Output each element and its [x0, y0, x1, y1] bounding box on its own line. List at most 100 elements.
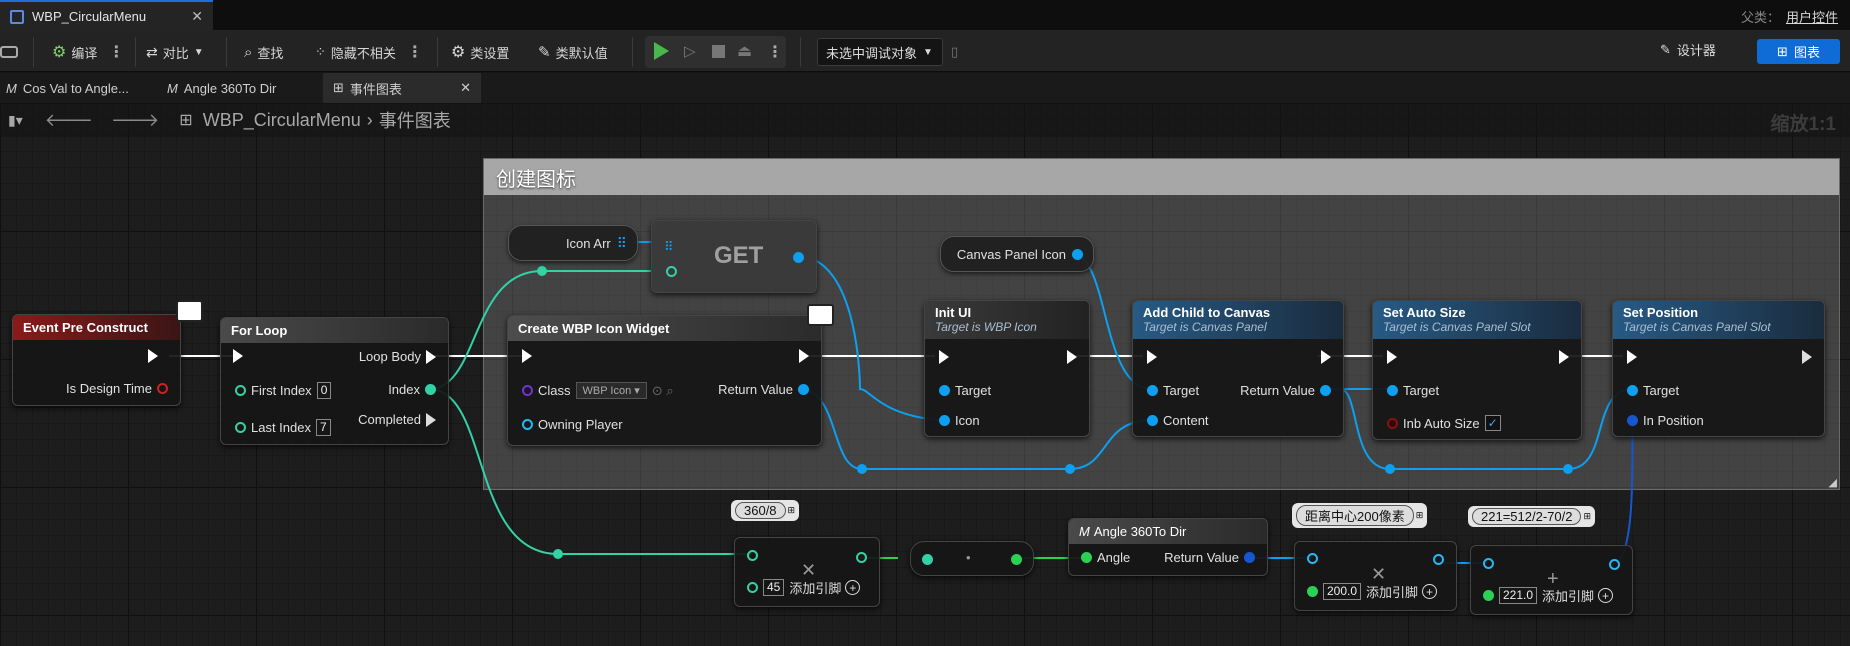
exec-out-pin[interactable]: [799, 349, 809, 363]
input-a-pin[interactable]: [1307, 553, 1318, 564]
completed-pin[interactable]: Completed: [358, 412, 436, 427]
more-icon[interactable]: ⋮: [407, 42, 423, 62]
index-in-pin[interactable]: [666, 266, 677, 277]
output-pin[interactable]: [793, 252, 804, 263]
document-tab[interactable]: WBP_CircularMenu ✕: [0, 0, 213, 31]
return-value-pin[interactable]: Return Value: [718, 382, 809, 397]
icon-pin[interactable]: Icon: [939, 413, 980, 428]
last-index-pin[interactable]: Last Index 7: [235, 419, 331, 436]
diff-button[interactable]: ⇄ 对比 ▼: [146, 39, 204, 65]
create-widget-node[interactable]: Create WBP Icon Widget Class WBP Icon ▾ …: [507, 315, 822, 446]
first-index-field[interactable]: 0: [316, 382, 332, 399]
browse-icon[interactable]: ⊙ ⌕: [652, 383, 674, 399]
target-pin[interactable]: Target: [1147, 383, 1199, 398]
output-pin[interactable]: [1011, 554, 1022, 565]
icon-arr-variable[interactable]: Icon Arr ⠿: [508, 225, 638, 261]
more-icon[interactable]: ⋮: [108, 42, 124, 62]
set-position-node[interactable]: Set Position Target is Canvas Panel Slot…: [1612, 300, 1825, 437]
more-icon[interactable]: ⋮: [767, 42, 783, 62]
comment-bubble[interactable]: 221=512/2-70/2 ⊞: [1468, 506, 1595, 527]
multiply-node-1[interactable]: ✕ 45 添加引脚 +: [734, 537, 880, 607]
input-b-pin[interactable]: 200.0 添加引脚 +: [1307, 582, 1438, 601]
angle-360-to-dir-node[interactable]: M Angle 360To Dir Angle Return Value: [1068, 518, 1268, 576]
target-pin[interactable]: Target: [1387, 383, 1439, 398]
class-dropdown[interactable]: WBP Icon ▾: [575, 382, 647, 399]
exec-out-pin[interactable]: [148, 349, 158, 363]
output-pin[interactable]: [1072, 248, 1083, 260]
loop-body-pin[interactable]: Loop Body: [359, 349, 436, 364]
angle-pin[interactable]: Angle: [1081, 550, 1130, 565]
is-design-time-pin[interactable]: Is Design Time: [66, 381, 168, 396]
set-auto-size-node[interactable]: Set Auto Size Target is Canvas Panel Slo…: [1372, 300, 1582, 440]
output-pin[interactable]: [856, 552, 867, 563]
input-b-pin[interactable]: 45 添加引脚 +: [747, 578, 861, 597]
play-icon[interactable]: [654, 42, 669, 60]
return-value-pin[interactable]: Return Value: [1164, 550, 1255, 565]
hide-unrelated-button[interactable]: ⁘ 隐藏不相关 ⋮: [315, 39, 423, 65]
index-pin[interactable]: Index: [388, 382, 436, 397]
return-value-pin[interactable]: Return Value: [1240, 383, 1331, 398]
bookmark-icon[interactable]: ▮▾: [8, 112, 23, 129]
in-position-pin[interactable]: In Position: [1627, 413, 1704, 428]
class-defaults-button[interactable]: ✎ 类默认值: [538, 39, 608, 65]
find-button[interactable]: ⌕ 查找: [244, 39, 283, 65]
value-field[interactable]: 200.0: [1323, 583, 1362, 600]
target-pin[interactable]: Target: [939, 383, 991, 398]
last-index-field[interactable]: 7: [316, 419, 331, 436]
multiply-node-2[interactable]: ✕ 200.0 添加引脚 +: [1294, 541, 1457, 611]
debug-object-select[interactable]: 未选中调试对象 ▼: [817, 38, 943, 66]
close-icon[interactable]: ✕: [460, 80, 471, 96]
add-child-to-canvas-node[interactable]: Add Child to Canvas Target is Canvas Pan…: [1132, 300, 1344, 437]
target-pin[interactable]: Target: [1627, 383, 1679, 398]
exec-in-pin[interactable]: [233, 349, 243, 363]
tab-event-graph[interactable]: ⊞ 事件图表 ✕: [323, 73, 481, 103]
designer-button[interactable]: ✎ 设计器: [1660, 40, 1716, 59]
stop-icon[interactable]: [712, 45, 725, 58]
value-field[interactable]: 45: [763, 579, 785, 596]
compile-button[interactable]: ⚙ 编译 ⋮: [52, 39, 124, 65]
exec-out-pin[interactable]: [1067, 350, 1077, 364]
eject-icon[interactable]: ⏏: [737, 41, 752, 61]
exec-in-pin[interactable]: [522, 349, 532, 363]
step-icon[interactable]: ▷: [684, 42, 696, 60]
tab-angle-360-to-dir[interactable]: M Angle 360To Dir: [167, 73, 276, 103]
close-icon[interactable]: ✕: [191, 8, 203, 25]
input-a-pin[interactable]: [747, 550, 758, 561]
exec-out-pin[interactable]: [1559, 350, 1569, 364]
class-pin[interactable]: Class WBP Icon ▾ ⊙ ⌕: [522, 382, 674, 399]
input-pin[interactable]: [922, 554, 933, 565]
first-index-pin[interactable]: First Index 0: [235, 382, 332, 399]
array-in-pin[interactable]: ⠿: [664, 239, 674, 255]
forward-icon[interactable]: 🡒: [111, 110, 159, 131]
content-pin[interactable]: Content: [1147, 413, 1209, 428]
add-pin-button[interactable]: 添加引脚 +: [1366, 582, 1438, 601]
add-node[interactable]: + 221.0 添加引脚 +: [1470, 545, 1633, 615]
settings-icon[interactable]: [0, 39, 18, 65]
add-pin-button[interactable]: 添加引脚 +: [1542, 586, 1614, 605]
inb-auto-size-pin[interactable]: Inb Auto Size ✓: [1387, 415, 1501, 431]
tab-cos-val-to-angle[interactable]: M Cos Val to Angle...: [6, 73, 129, 103]
output-pin[interactable]: [1433, 554, 1444, 565]
event-pre-construct-node[interactable]: Event Pre Construct Is Design Time: [12, 314, 181, 406]
input-a-pin[interactable]: [1483, 558, 1494, 569]
exec-out-pin[interactable]: [1802, 350, 1812, 364]
parent-class-link[interactable]: 用户控件: [1786, 10, 1838, 25]
conversion-node[interactable]: •: [910, 541, 1034, 576]
exec-in-pin[interactable]: [939, 350, 949, 364]
debug-filter-icon[interactable]: ▯: [951, 39, 958, 65]
comment-title[interactable]: 创建图标: [484, 159, 1839, 195]
init-ui-node[interactable]: Init UI Target is WBP Icon Target Icon: [924, 300, 1090, 437]
graph-button[interactable]: ⊞ 图表: [1757, 39, 1840, 64]
value-field[interactable]: 221.0: [1499, 587, 1538, 604]
output-pin[interactable]: [1609, 559, 1620, 570]
exec-in-pin[interactable]: [1627, 350, 1637, 364]
input-b-pin[interactable]: 221.0 添加引脚 +: [1483, 586, 1614, 605]
for-loop-node[interactable]: For Loop Loop Body First Index 0 Index La…: [220, 317, 449, 445]
exec-in-pin[interactable]: [1147, 350, 1157, 364]
comment-bubble[interactable]: 距离中心200像素 ⊞: [1292, 503, 1428, 528]
class-settings-button[interactable]: ⚙ 类设置: [451, 39, 509, 65]
array-get-node[interactable]: ⠿ GET: [651, 220, 817, 293]
add-pin-button[interactable]: 添加引脚 +: [789, 578, 861, 597]
exec-out-pin[interactable]: [1321, 350, 1331, 364]
checkbox-checked-icon[interactable]: ✓: [1484, 415, 1501, 431]
